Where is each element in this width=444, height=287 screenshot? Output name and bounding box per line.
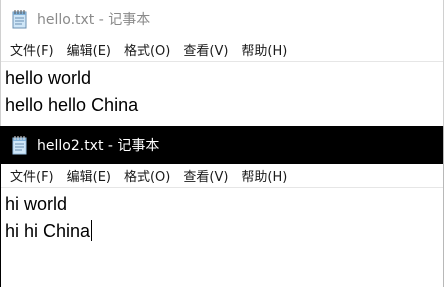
title-bar[interactable]: hello2.txt - 记事本	[1, 126, 443, 164]
window-title: hello2.txt - 记事本	[37, 138, 160, 154]
text-line: hi world	[5, 194, 68, 214]
notepad-window-hello2[interactable]: hello2.txt - 记事本 文件(F) 编辑(E) 格式(O) 查看(V)…	[0, 126, 444, 287]
notepad-icon	[11, 9, 29, 29]
text-caret	[91, 220, 93, 241]
menu-edit[interactable]: 编辑(E)	[67, 40, 111, 59]
notepad-icon	[11, 135, 29, 155]
menu-bar: 文件(F) 编辑(E) 格式(O) 查看(V) 帮助(H)	[1, 164, 443, 188]
text-line: hello world	[5, 68, 92, 88]
text-editor[interactable]: hi world hi hi China	[1, 188, 443, 245]
title-bar[interactable]: hello.txt - 记事本	[1, 0, 443, 38]
menu-file[interactable]: 文件(F)	[10, 166, 54, 185]
text-editor[interactable]: hello world hello hello China	[1, 62, 443, 119]
menu-file[interactable]: 文件(F)	[10, 40, 54, 59]
text-line: hello hello China	[5, 95, 139, 115]
menu-view[interactable]: 查看(V)	[183, 40, 228, 59]
menu-bar: 文件(F) 编辑(E) 格式(O) 查看(V) 帮助(H)	[1, 38, 443, 62]
menu-view[interactable]: 查看(V)	[183, 166, 228, 185]
menu-help[interactable]: 帮助(H)	[241, 166, 287, 185]
notepad-window-hello[interactable]: hello.txt - 记事本 文件(F) 编辑(E) 格式(O) 查看(V) …	[0, 0, 444, 126]
text-line-content: hi hi China	[5, 221, 91, 241]
menu-format[interactable]: 格式(O)	[124, 40, 170, 59]
menu-edit[interactable]: 编辑(E)	[67, 166, 111, 185]
window-title: hello.txt - 记事本	[37, 12, 151, 28]
desktop: hello.txt - 记事本 文件(F) 编辑(E) 格式(O) 查看(V) …	[0, 0, 444, 287]
menu-help[interactable]: 帮助(H)	[241, 40, 287, 59]
text-line-with-caret: hi hi China	[5, 218, 443, 245]
menu-format[interactable]: 格式(O)	[124, 166, 170, 185]
